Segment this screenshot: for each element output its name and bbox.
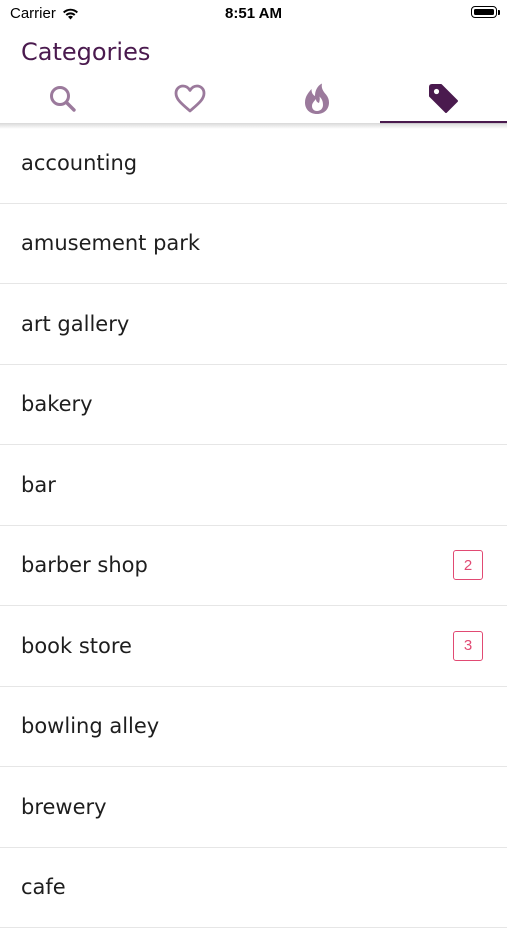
category-label: bowling alley [21, 714, 159, 738]
header-shadow [0, 123, 507, 129]
list-item[interactable]: bar [0, 445, 507, 526]
category-label: brewery [21, 795, 107, 819]
tab-bar [0, 74, 507, 124]
list-item[interactable]: accounting [0, 123, 507, 204]
tab-search[interactable] [0, 74, 127, 124]
list-item[interactable]: cafe [0, 848, 507, 928]
tab-categories[interactable] [380, 74, 507, 124]
list-item[interactable]: book store 3 [0, 606, 507, 687]
heart-icon [172, 81, 208, 117]
list-item[interactable]: bowling alley [0, 687, 507, 768]
category-label: art gallery [21, 312, 129, 336]
tab-favorites[interactable] [127, 74, 254, 124]
count-badge: 2 [453, 550, 483, 580]
list-item[interactable]: barber shop 2 [0, 526, 507, 607]
tag-icon [426, 81, 462, 117]
clock: 8:51 AM [0, 5, 507, 22]
status-bar: Carrier 8:51 AM [0, 0, 507, 28]
category-label: accounting [21, 151, 137, 175]
flame-icon [299, 81, 335, 117]
list-item[interactable]: bakery [0, 365, 507, 446]
category-label: amusement park [21, 231, 200, 255]
category-list: accounting amusement park art gallery ba… [0, 123, 507, 928]
category-label: cafe [21, 875, 66, 899]
battery-icon [471, 6, 497, 18]
tab-trending[interactable] [254, 74, 381, 124]
search-icon [45, 81, 81, 117]
category-label: bar [21, 473, 56, 497]
page-title: Categories [21, 38, 150, 66]
category-label: bakery [21, 392, 93, 416]
list-item[interactable]: art gallery [0, 284, 507, 365]
category-label: book store [21, 634, 132, 658]
category-label: barber shop [21, 553, 148, 577]
list-item[interactable]: amusement park [0, 204, 507, 285]
count-badge: 3 [453, 631, 483, 661]
list-item[interactable]: brewery [0, 767, 507, 848]
